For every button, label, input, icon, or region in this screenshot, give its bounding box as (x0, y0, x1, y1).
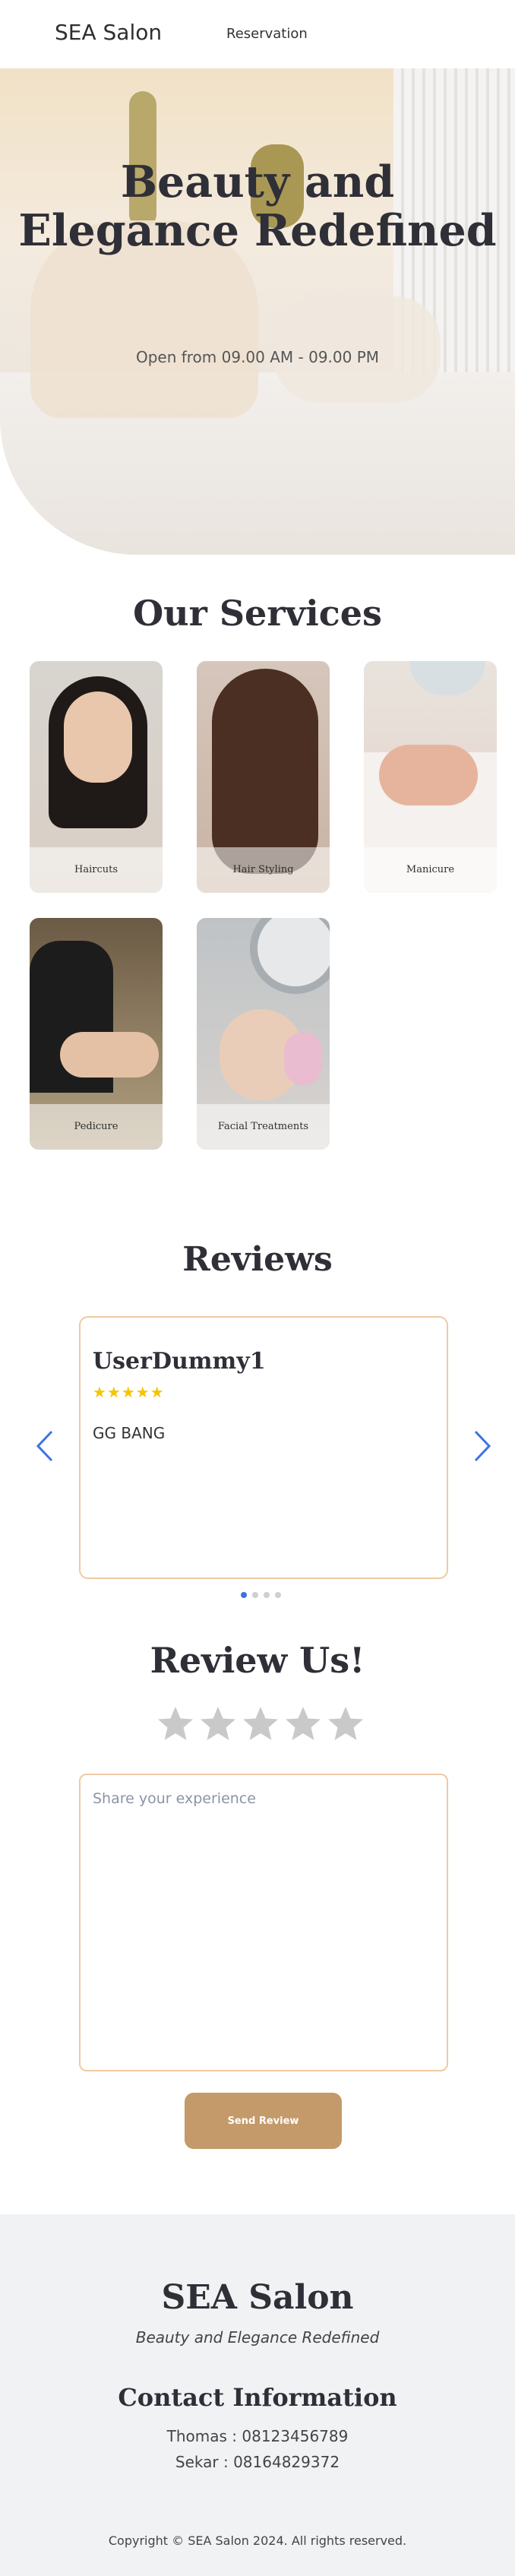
review-rating-stars: ★★★★★ (93, 1383, 165, 1401)
hero-section (0, 68, 515, 555)
review-us-title: Review Us! (150, 1640, 365, 1681)
hero-title: Beauty and Elegance Redefined (0, 158, 515, 255)
rating-star-icon[interactable] (199, 1705, 237, 1743)
service-card-pedicure[interactable]: Pedicure (30, 918, 163, 1150)
carousel-dot[interactable] (275, 1592, 281, 1598)
service-card-label: Pedicure (30, 1104, 163, 1150)
service-card-facial-treatments[interactable]: Facial Treatments (197, 918, 330, 1150)
carousel-dot[interactable] (252, 1592, 258, 1598)
hero-title-line: Elegance Redefined (18, 205, 497, 256)
footer-brand: SEA Salon (161, 2278, 354, 2317)
review-text: GG BANG (93, 1424, 166, 1442)
service-card-label: Hair Styling (197, 847, 330, 893)
carousel-dot[interactable] (264, 1592, 270, 1598)
services-title: Our Services (133, 593, 382, 634)
review-card: UserDummy1 ★★★★★ GG BANG (79, 1316, 448, 1579)
contact-line: Sekar : 08164829372 (175, 2453, 340, 2471)
nav-link-reservation[interactable]: Reservation (226, 26, 308, 42)
rating-star-icon[interactable] (327, 1705, 365, 1743)
service-card-haircuts[interactable]: Haircuts (30, 661, 163, 893)
contact-title: Contact Information (118, 2383, 397, 2412)
rating-star-icon[interactable] (156, 1705, 194, 1743)
send-review-button[interactable]: Send Review (185, 2093, 342, 2149)
brand-logo[interactable]: SEA Salon (55, 20, 162, 45)
service-card-label: Manicure (364, 847, 497, 893)
footer: SEA Salon Beauty and Elegance Redefined … (0, 2214, 515, 2576)
rating-star-icon[interactable] (242, 1705, 280, 1743)
carousel-pagination (241, 1587, 286, 1598)
reviews-title: Reviews (182, 1240, 333, 1279)
carousel-prev-icon[interactable] (32, 1429, 58, 1464)
service-card-label: Facial Treatments (197, 1104, 330, 1150)
review-textarea[interactable] (79, 1774, 448, 2071)
hero-hours: Open from 09.00 AM - 09.00 PM (135, 348, 380, 366)
service-card-manicure[interactable]: Manicure (364, 661, 497, 893)
copyright: Copyright © SEA Salon 2024. All rights r… (108, 2533, 407, 2548)
reviewer-name: UserDummy1 (93, 1348, 266, 1375)
navbar: SEA Salon Reservation (0, 0, 515, 68)
rating-input (156, 1705, 369, 1748)
carousel-dot[interactable] (241, 1592, 247, 1598)
footer-tagline: Beauty and Elegance Redefined (135, 2328, 380, 2347)
contact-line: Thomas : 08123456789 (166, 2427, 349, 2445)
hero-title-line: Beauty and (120, 157, 395, 207)
service-card-hair-styling[interactable]: Hair Styling (197, 661, 330, 893)
rating-star-icon[interactable] (284, 1705, 322, 1743)
carousel-next-icon[interactable] (469, 1429, 495, 1464)
service-card-label: Haircuts (30, 847, 163, 893)
